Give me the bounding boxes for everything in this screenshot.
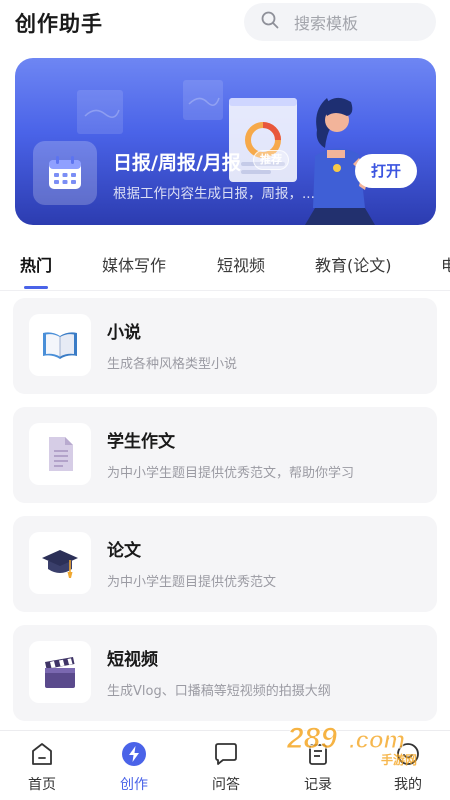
nav-home[interactable]: 首页	[12, 731, 72, 800]
card-description: 为中小学生题目提供优秀范文，帮助你学习	[107, 466, 355, 481]
card-title: 短视频	[107, 650, 158, 670]
search-placeholder: 搜索模板	[294, 14, 359, 33]
nav-label: 记录	[304, 777, 332, 793]
nav-qa[interactable]: 问答	[196, 731, 256, 800]
template-card-novel[interactable]: 小说 生成各种风格类型小说	[13, 298, 437, 394]
divider	[0, 290, 450, 291]
card-description: 生成Vlog、口播稿等短视频的拍摄大纲	[107, 684, 331, 699]
card-description: 为中小学生题目提供优秀范文	[107, 575, 277, 590]
document-icon	[29, 423, 91, 485]
calendar-icon	[33, 141, 97, 205]
search-icon	[260, 10, 280, 34]
tab-education[interactable]: 教育(论文)	[315, 252, 392, 276]
template-card-thesis[interactable]: 论文 为中小学生题目提供优秀范文	[13, 516, 437, 612]
header: 创作助手 搜索模板	[0, 0, 450, 50]
featured-banner[interactable]: 日报/周报/月报 推荐 根据工作内容生成日报，周报，... 打开	[15, 58, 436, 225]
page-title: 创作助手	[15, 12, 103, 36]
nav-label: 我的	[394, 777, 422, 793]
category-tabs: 热门 媒体写作 短视频 教育(论文) 电	[0, 246, 450, 290]
tab-more[interactable]: 电	[441, 252, 450, 276]
nav-label: 首页	[28, 777, 56, 793]
card-title: 论文	[107, 541, 141, 561]
nav-records[interactable]: 记录	[288, 731, 348, 800]
template-card-short-video[interactable]: 短视频 生成Vlog、口播稿等短视频的拍摄大纲	[13, 625, 437, 721]
graduation-cap-icon	[29, 532, 91, 594]
banner-description: 根据工作内容生成日报，周报，...	[113, 186, 315, 202]
tab-media-writing[interactable]: 媒体写作	[102, 252, 166, 276]
bottom-nav: 首页 创作 问答 记录 我的	[0, 730, 450, 800]
banner-title: 日报/周报/月报	[113, 152, 241, 174]
card-title: 学生作文	[107, 432, 175, 452]
card-description: 生成各种风格类型小说	[107, 357, 238, 372]
recommend-badge: 推荐	[253, 150, 289, 170]
nav-profile[interactable]: 我的	[378, 731, 438, 800]
search-input[interactable]: 搜索模板	[244, 3, 436, 41]
nav-label: 问答	[212, 777, 240, 793]
nav-label: 创作	[120, 777, 148, 793]
nav-create[interactable]: 创作	[104, 731, 164, 800]
open-book-icon	[29, 314, 91, 376]
tab-hot[interactable]: 热门	[20, 252, 52, 276]
clapperboard-icon	[29, 641, 91, 703]
tab-active-indicator	[24, 286, 48, 289]
template-card-student-essay[interactable]: 学生作文 为中小学生题目提供优秀范文，帮助你学习	[13, 407, 437, 503]
open-button[interactable]: 打开	[355, 154, 417, 188]
card-title: 小说	[107, 323, 141, 343]
tab-short-video[interactable]: 短视频	[217, 252, 265, 276]
